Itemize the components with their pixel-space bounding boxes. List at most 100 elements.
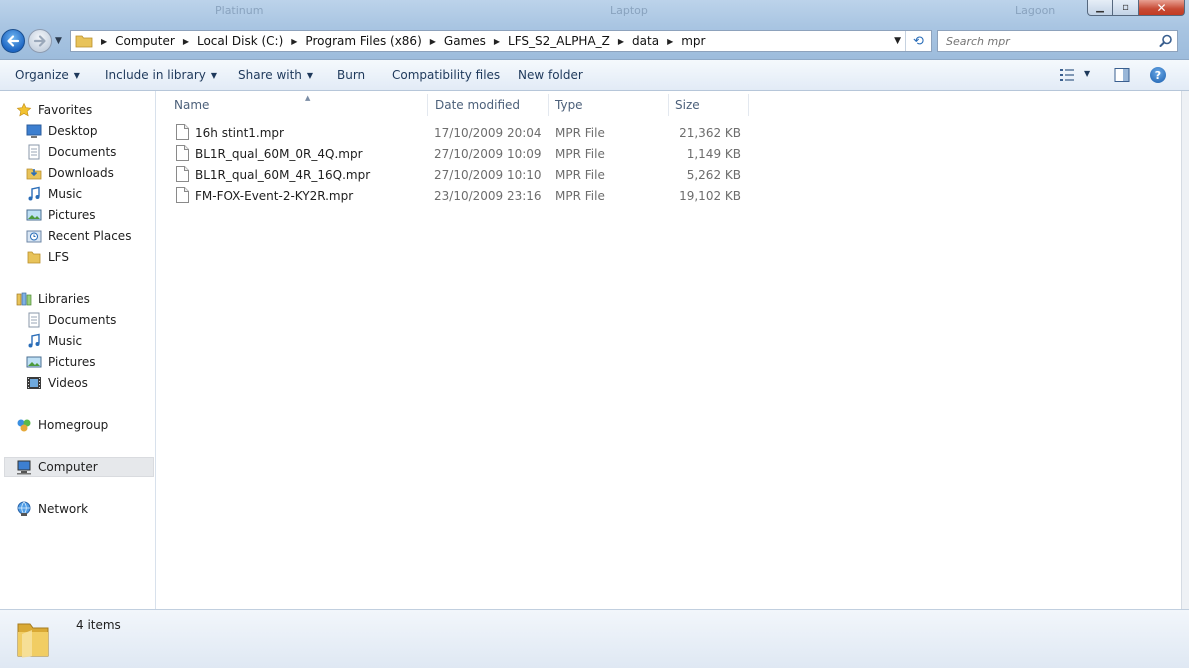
music-icon — [28, 333, 40, 348]
nav-library-pictures[interactable]: Pictures — [26, 352, 96, 372]
chevron-right-icon[interactable]: ▶ — [430, 37, 436, 46]
nav-documents[interactable]: Documents — [26, 142, 116, 162]
ghost-title: Platinum — [215, 4, 264, 17]
nav-music-label: Music — [48, 187, 83, 201]
preview-pane-icon[interactable] — [1114, 67, 1130, 83]
maximize-button[interactable]: ▫ — [1113, 0, 1139, 16]
file-type: MPR File — [555, 147, 605, 161]
nav-network[interactable]: Network — [16, 499, 88, 519]
music-icon — [28, 186, 40, 201]
file-size: 5,262 KB — [686, 168, 741, 182]
minimize-button[interactable]: ▁ — [1087, 0, 1113, 16]
view-options-dropdown[interactable]: ▼ — [1084, 69, 1090, 78]
breadcrumb-local-disk[interactable]: Local Disk (C:) — [197, 34, 283, 48]
table-row[interactable]: 16h stint1.mpr 17/10/2009 20:04 MPR File… — [173, 123, 747, 144]
chevron-right-icon[interactable]: ▶ — [183, 37, 189, 46]
item-count: 4 items — [76, 618, 121, 632]
breadcrumb-program-files[interactable]: Program Files (x86) — [305, 34, 421, 48]
organize-button[interactable]: Organize ▼ — [15, 68, 80, 82]
file-name: 16h stint1.mpr — [195, 126, 284, 140]
search-input[interactable] — [938, 31, 1148, 51]
nav-library-videos[interactable]: Videos — [26, 373, 88, 393]
chevron-right-icon[interactable]: ▶ — [291, 37, 297, 46]
column-header-type[interactable]: Type — [549, 94, 669, 116]
nav-libraries[interactable]: Libraries — [16, 289, 90, 309]
libraries-icon — [16, 292, 32, 306]
column-header-size[interactable]: Size — [669, 94, 749, 116]
file-date: 17/10/2009 20:04 — [434, 126, 542, 140]
refresh-button[interactable]: ⟲ — [905, 31, 931, 51]
back-arrow-icon — [7, 35, 20, 47]
desktop-icon — [26, 124, 42, 138]
breadcrumb-computer[interactable]: Computer — [115, 34, 175, 48]
nav-library-documents[interactable]: Documents — [26, 310, 116, 330]
chevron-down-icon: ▼ — [306, 71, 314, 80]
new-folder-button[interactable]: New folder — [518, 68, 583, 82]
file-type: MPR File — [555, 126, 605, 140]
details-view-icon[interactable] — [1059, 67, 1075, 83]
search-icon[interactable] — [1159, 34, 1173, 48]
column-header-type-label: Type — [555, 98, 583, 112]
column-header-date-label: Date modified — [435, 98, 521, 112]
star-icon — [16, 102, 32, 117]
address-history-dropdown[interactable]: ▼ — [894, 36, 901, 46]
breadcrumb-data[interactable]: data — [632, 34, 659, 48]
folder-icon — [75, 35, 93, 48]
chevron-down-icon: ▼ — [210, 71, 218, 80]
help-button[interactable]: ? — [1150, 67, 1166, 83]
search-box — [937, 30, 1178, 52]
include-in-library-button[interactable]: Include in library ▼ — [105, 68, 217, 82]
downloads-icon — [26, 168, 42, 180]
nav-library-music-label: Music — [48, 334, 83, 348]
navigation-pane: Favorites Desktop Documents Downloads Mu… — [0, 91, 156, 609]
compatibility-files-button[interactable]: Compatibility files — [392, 68, 500, 82]
vertical-scrollbar[interactable] — [1181, 91, 1189, 609]
details-pane: 4 items — [0, 609, 1189, 668]
chevron-right-icon[interactable]: ▶ — [618, 37, 624, 46]
nav-music[interactable]: Music — [26, 184, 82, 204]
column-header-date-modified[interactable]: Date modified — [429, 94, 549, 116]
nav-library-videos-label: Videos — [48, 376, 88, 390]
nav-favorites[interactable]: Favorites — [16, 100, 92, 120]
nav-homegroup-label: Homegroup — [38, 418, 109, 432]
share-with-button[interactable]: Share with ▼ — [238, 68, 313, 82]
chevron-right-icon[interactable]: ▶ — [494, 37, 500, 46]
column-header-name[interactable]: Name ▲ — [168, 94, 428, 116]
command-bar: Organize ▼ Include in library ▼ Share with… — [0, 60, 1189, 91]
chevron-right-icon[interactable]: ▶ — [667, 37, 673, 46]
nav-recent-places[interactable]: Recent Places — [26, 226, 131, 246]
title-bar: Platinum Laptop Lagoon ▁ ▫ ✕ ▼ ▶ Compute… — [0, 0, 1189, 60]
table-row[interactable]: BL1R_qual_60M_0R_4Q.mpr 27/10/2009 10:09… — [173, 144, 747, 165]
close-button[interactable]: ✕ — [1139, 0, 1185, 16]
minimize-icon: ▁ — [1096, 2, 1104, 13]
forward-button[interactable] — [28, 29, 52, 53]
breadcrumb-games[interactable]: Games — [444, 34, 486, 48]
nav-desktop-label: Desktop — [48, 124, 98, 138]
file-icon — [176, 145, 189, 161]
nav-library-music[interactable]: Music — [26, 331, 82, 351]
nav-downloads[interactable]: Downloads — [26, 163, 114, 183]
folder-icon — [17, 623, 49, 658]
help-icon: ? — [1154, 68, 1162, 82]
nav-desktop[interactable]: Desktop — [26, 121, 98, 141]
recent-pages-dropdown[interactable]: ▼ — [55, 36, 62, 46]
back-button[interactable] — [1, 29, 25, 53]
breadcrumb-mpr[interactable]: mpr — [681, 34, 705, 48]
burn-button[interactable]: Burn — [337, 68, 365, 82]
recent-places-icon — [26, 230, 42, 243]
column-header-size-label: Size — [675, 98, 700, 112]
address-bar[interactable]: ▶ Computer ▶ Local Disk (C:) ▶ Program F… — [70, 30, 932, 52]
new-folder-label: New folder — [518, 68, 583, 82]
chevron-right-icon[interactable]: ▶ — [101, 37, 107, 46]
nav-computer[interactable]: Computer — [4, 457, 154, 477]
file-name: BL1R_qual_60M_0R_4Q.mpr — [195, 147, 363, 161]
table-row[interactable]: BL1R_qual_60M_4R_16Q.mpr 27/10/2009 10:1… — [173, 165, 747, 186]
homegroup-icon — [17, 419, 31, 432]
nav-pictures[interactable]: Pictures — [26, 205, 96, 225]
file-name: FM-FOX-Event-2-KY2R.mpr — [195, 189, 354, 203]
file-name: BL1R_qual_60M_4R_16Q.mpr — [195, 168, 371, 182]
nav-homegroup[interactable]: Homegroup — [16, 415, 108, 435]
breadcrumb-lfs[interactable]: LFS_S2_ALPHA_Z — [508, 34, 610, 48]
nav-lfs[interactable]: LFS — [26, 247, 69, 267]
table-row[interactable]: FM-FOX-Event-2-KY2R.mpr 23/10/2009 23:16… — [173, 186, 747, 207]
